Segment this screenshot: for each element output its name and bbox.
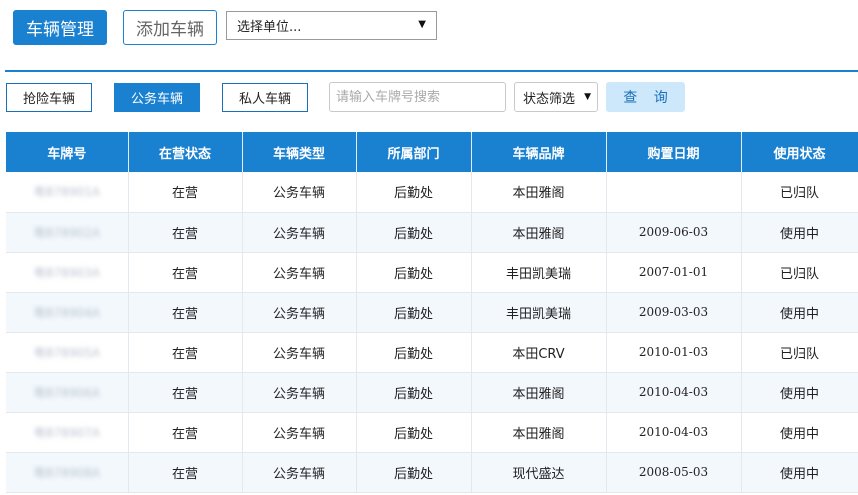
caret-down-icon: ▼ [418, 19, 426, 30]
cell-department: 后勤处 [356, 332, 472, 373]
cell-usage-status: 使用中 [741, 292, 858, 333]
vehicle-table: 车牌号 在营状态 车辆类型 所属部门 车辆品牌 购置日期 使用状态 粤B7890… [6, 132, 858, 493]
cell-department: 后勤处 [356, 212, 472, 253]
column-header-purchase-date[interactable]: 购置日期 [606, 132, 742, 172]
cell-operation-status: 在营 [128, 292, 243, 333]
cell-usage-status: 已归队 [741, 172, 858, 213]
cell-usage-status: 已归队 [741, 252, 858, 293]
status-filter-select[interactable]: 状态筛选 ▼ [514, 82, 598, 112]
plate-number: 粤B78906A [33, 385, 101, 400]
cell-department: 后勤处 [356, 452, 472, 493]
cell-operation-status: 在营 [128, 172, 243, 213]
cell-purchase-date: 2010-01-03 [606, 332, 742, 373]
column-header-brand[interactable]: 车辆品牌 [471, 132, 607, 172]
cell-vehicle-type: 公务车辆 [242, 292, 357, 333]
top-toolbar: 车辆管理 添加车辆 选择单位... ▼ [0, 0, 858, 72]
cell-vehicle-type: 公务车辆 [242, 172, 357, 213]
cell-department: 后勤处 [356, 252, 472, 293]
column-header-operation-status[interactable]: 在营状态 [128, 132, 243, 172]
column-header-vehicle-type[interactable]: 车辆类型 [242, 132, 357, 172]
table-row[interactable]: 粤B78901A 在营 公务车辆 后勤处 本田雅阁 已归队 [6, 172, 858, 213]
cell-plate: 粤B78907A [6, 412, 129, 453]
cell-department: 后勤处 [356, 412, 472, 453]
table-row[interactable]: 粤B78902A 在营 公务车辆 后勤处 本田雅阁 2009-06-03 使用中 [6, 212, 858, 253]
cell-operation-status: 在营 [128, 452, 243, 493]
cell-plate: 粤B78906A [6, 372, 129, 413]
unit-select[interactable]: 选择单位... ▼ [226, 11, 437, 40]
cell-operation-status: 在营 [128, 212, 243, 253]
table-row[interactable]: 粤B78907A 在营 公务车辆 后勤处 本田雅阁 2010-04-03 使用中 [6, 412, 858, 453]
caret-down-icon: ▼ [584, 92, 591, 102]
query-button[interactable]: 查 询 [606, 82, 685, 112]
header-divider [5, 70, 858, 72]
status-filter-label: 状态筛选 [523, 91, 576, 107]
plate-search-input[interactable] [329, 82, 506, 112]
vehicle-management-tab[interactable]: 车辆管理 [13, 10, 107, 45]
table-header-row: 车牌号 在营状态 车辆类型 所属部门 车辆品牌 购置日期 使用状态 [6, 132, 858, 172]
private-vehicles-button[interactable]: 私人车辆 [222, 83, 308, 112]
cell-vehicle-type: 公务车辆 [242, 372, 357, 413]
cell-operation-status: 在营 [128, 332, 243, 373]
plate-number: 粤B78907A [33, 425, 101, 440]
table-row[interactable]: 粤B78903A 在营 公务车辆 后勤处 丰田凯美瑞 2007-01-01 已归… [6, 252, 858, 293]
column-header-plate[interactable]: 车牌号 [6, 132, 129, 172]
cell-plate: 粤B78904A [6, 292, 129, 333]
table-row[interactable]: 粤B78905A 在营 公务车辆 后勤处 本田CRV 2010-01-03 已归… [6, 332, 858, 373]
official-vehicles-button[interactable]: 公务车辆 [114, 83, 200, 112]
cell-purchase-date: 2010-04-03 [606, 412, 742, 453]
cell-operation-status: 在营 [128, 372, 243, 413]
cell-plate: 粤B78903A [6, 252, 129, 293]
cell-vehicle-type: 公务车辆 [242, 252, 357, 293]
cell-brand: 本田雅阁 [471, 212, 607, 253]
plate-number: 粤B78903A [33, 265, 101, 280]
table-row[interactable]: 粤B78908A 在营 公务车辆 后勤处 现代盛达 2008-05-03 使用中 [6, 452, 858, 493]
cell-usage-status: 使用中 [741, 412, 858, 453]
cell-brand: 本田雅阁 [471, 412, 607, 453]
cell-purchase-date: 2009-06-03 [606, 212, 742, 253]
cell-vehicle-type: 公务车辆 [242, 412, 357, 453]
rescue-vehicles-button[interactable]: 抢险车辆 [6, 83, 92, 112]
plate-number: 粤B78904A [33, 305, 101, 320]
cell-usage-status: 已归队 [741, 332, 858, 373]
cell-plate: 粤B78908A [6, 452, 129, 493]
plate-number: 粤B78901A [33, 185, 101, 200]
cell-department: 后勤处 [356, 292, 472, 333]
cell-plate: 粤B78901A [6, 172, 129, 213]
filter-bar: 抢险车辆 公务车辆 私人车辆 状态筛选 ▼ 查 询 [0, 80, 858, 116]
cell-purchase-date [606, 172, 742, 213]
cell-plate: 粤B78905A [6, 332, 129, 373]
cell-purchase-date: 2009-03-03 [606, 292, 742, 333]
cell-purchase-date: 2007-01-01 [606, 252, 742, 293]
table-row[interactable]: 粤B78906A 在营 公务车辆 后勤处 本田雅阁 2010-04-03 使用中 [6, 372, 858, 413]
cell-vehicle-type: 公务车辆 [242, 452, 357, 493]
cell-purchase-date: 2010-04-03 [606, 372, 742, 413]
add-vehicle-button[interactable]: 添加车辆 [123, 10, 217, 45]
cell-usage-status: 使用中 [741, 372, 858, 413]
cell-brand: 丰田凯美瑞 [471, 292, 607, 333]
column-header-department[interactable]: 所属部门 [356, 132, 472, 172]
table-row[interactable]: 粤B78904A 在营 公务车辆 后勤处 丰田凯美瑞 2009-03-03 使用… [6, 292, 858, 333]
cell-brand: 本田雅阁 [471, 372, 607, 413]
cell-purchase-date: 2008-05-03 [606, 452, 742, 493]
unit-select-value: 选择单位... [237, 20, 302, 35]
cell-usage-status: 使用中 [741, 212, 858, 253]
cell-usage-status: 使用中 [741, 452, 858, 493]
cell-brand: 本田雅阁 [471, 172, 607, 213]
plate-number: 粤B78905A [33, 345, 101, 360]
cell-department: 后勤处 [356, 372, 472, 413]
cell-operation-status: 在营 [128, 412, 243, 453]
cell-operation-status: 在营 [128, 252, 243, 293]
plate-number: 粤B78902A [33, 225, 101, 240]
cell-plate: 粤B78902A [6, 212, 129, 253]
plate-number: 粤B78908A [33, 465, 101, 480]
cell-department: 后勤处 [356, 172, 472, 213]
cell-brand: 本田CRV [471, 332, 607, 373]
cell-brand: 现代盛达 [471, 452, 607, 493]
cell-vehicle-type: 公务车辆 [242, 212, 357, 253]
cell-vehicle-type: 公务车辆 [242, 332, 357, 373]
cell-brand: 丰田凯美瑞 [471, 252, 607, 293]
column-header-usage-status[interactable]: 使用状态 [741, 132, 858, 172]
